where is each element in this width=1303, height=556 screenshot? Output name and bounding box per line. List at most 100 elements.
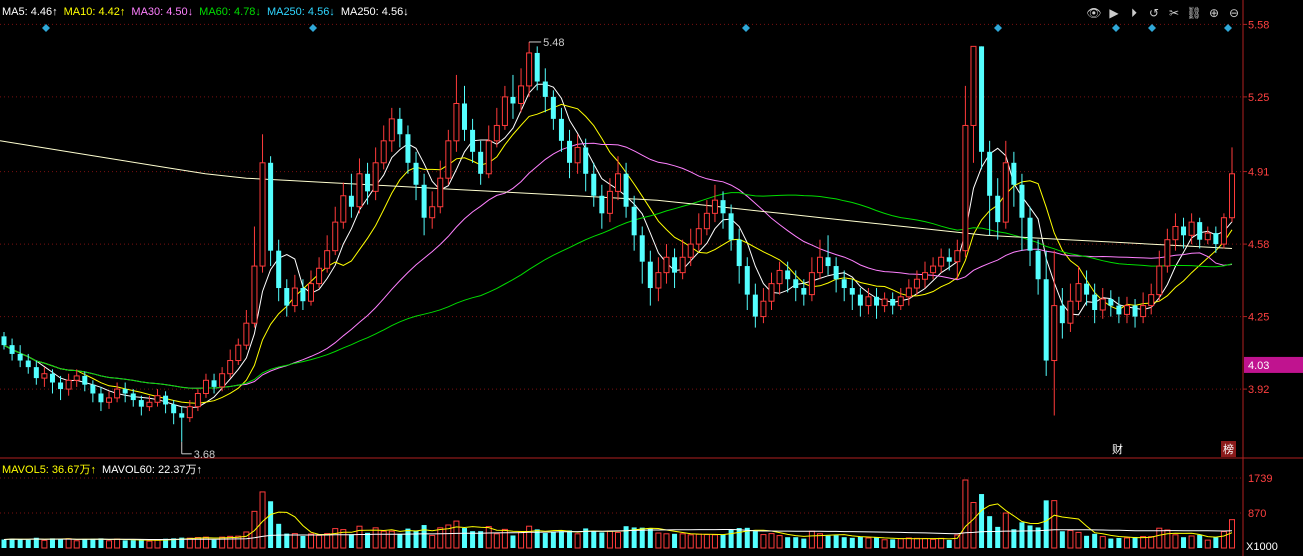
y-tick-label: 3.92 <box>1248 384 1269 396</box>
candle-body <box>235 344 242 362</box>
volume-tick-label: 1739 <box>1248 473 1272 485</box>
eye-icon[interactable]: 👁 <box>1086 5 1102 21</box>
event-diamond-icon[interactable] <box>309 24 317 32</box>
finance-badge[interactable]: 财 <box>1110 441 1125 457</box>
event-diamond-icon[interactable] <box>994 24 1002 32</box>
high-price-label: 5.48 <box>543 37 564 49</box>
candle-body <box>1156 265 1163 296</box>
candle-body <box>1092 294 1098 310</box>
candle-body <box>211 380 217 387</box>
volume-bar <box>478 531 484 548</box>
candle-body <box>372 162 379 192</box>
candle-body <box>340 195 347 223</box>
candle-body <box>380 140 387 164</box>
volume-bar <box>1075 531 1082 549</box>
volume-bar <box>1092 533 1098 548</box>
volume-bar <box>599 532 605 548</box>
candle-body <box>736 239 742 267</box>
volume-bar <box>1197 534 1203 548</box>
zoom-in-icon[interactable]: ⊕ <box>1206 5 1222 21</box>
volume-bar <box>655 532 662 549</box>
volume-bar <box>211 539 217 548</box>
event-diamond-icon[interactable] <box>1224 24 1232 32</box>
candle-body <box>332 221 339 252</box>
volume-bar <box>1204 539 1211 549</box>
volume-bar <box>874 537 880 548</box>
play-icon[interactable]: ▶ <box>1106 5 1122 21</box>
ma-line-ma250 <box>0 140 1233 249</box>
candle-body <box>179 413 185 418</box>
candle-body <box>816 256 823 274</box>
candle-body <box>776 269 783 285</box>
volume-tick-label: 870 <box>1248 508 1266 520</box>
candle-body <box>1035 250 1041 280</box>
play-circle-icon[interactable]: ⏵ <box>1126 5 1142 21</box>
volume-legend-item: MAVOL60: 22.37万↑ <box>101 464 203 476</box>
candle-body <box>1164 239 1171 267</box>
candle-body <box>268 162 274 251</box>
volume-bar <box>614 531 622 549</box>
volume-bar <box>324 533 331 549</box>
volume-bar <box>82 539 88 548</box>
volume-bar <box>1067 529 1074 549</box>
legend-item: MA250: 4.56↓ <box>340 6 409 18</box>
volume-bar <box>542 533 548 548</box>
candle-body <box>1019 184 1025 218</box>
volume-bar <box>776 535 783 549</box>
volume-bar <box>90 538 96 548</box>
price-axis: 5.58 5.25 4.91 4.58 4.25 3.92 4.03 1739 870 X1000 <box>1242 0 1303 556</box>
event-diamond-icon[interactable] <box>1148 24 1156 32</box>
candle-body <box>1220 217 1227 245</box>
volume-bar <box>687 534 694 549</box>
volume-bar <box>736 528 742 548</box>
candle-body <box>397 118 403 135</box>
candle-body <box>33 367 39 379</box>
volume-bar <box>574 533 581 549</box>
volume-bar <box>987 516 993 548</box>
volume-bar <box>9 538 15 548</box>
volume-bar <box>1123 537 1130 549</box>
zoom-out-icon[interactable]: ⊖ <box>1226 5 1242 21</box>
candle-body <box>276 250 282 289</box>
candle-body <box>558 118 564 141</box>
candle-body <box>687 243 694 258</box>
y-tick-label: 5.58 <box>1248 19 1269 31</box>
event-diamond-icon[interactable] <box>1112 24 1120 32</box>
link-icon[interactable]: ⛓ <box>1186 5 1202 21</box>
event-diamond-icon[interactable] <box>42 24 50 32</box>
rank-badge[interactable]: 榜 <box>1221 441 1236 457</box>
candle-body <box>744 266 750 295</box>
volume-bar <box>405 528 411 548</box>
candle-body <box>1043 279 1049 361</box>
candle-body <box>25 360 31 368</box>
volume-bar <box>1220 531 1227 549</box>
volume-bar <box>711 534 718 549</box>
candle-body <box>695 228 702 245</box>
scissors-icon[interactable]: ✂ <box>1166 5 1182 21</box>
volume-bar <box>17 539 23 548</box>
volume-bar <box>647 528 653 548</box>
candle-body <box>470 129 476 152</box>
candle-body <box>728 213 734 240</box>
volume-bar <box>970 502 977 549</box>
candle-body <box>453 102 460 142</box>
candle-body <box>946 257 952 262</box>
volume-bar <box>550 531 556 548</box>
candle-body <box>348 195 354 207</box>
candle-body <box>1116 305 1122 315</box>
volume-bar <box>1084 535 1090 548</box>
candle-body <box>1 336 7 346</box>
legend-item: MA30: 4.50↓ <box>131 6 194 18</box>
volume-bar <box>58 538 64 548</box>
volume-bar <box>1011 529 1017 548</box>
volume-bar <box>1148 536 1155 549</box>
candle-body <box>825 257 831 267</box>
candle-body <box>1099 298 1106 311</box>
volume-bar <box>567 530 573 548</box>
undo-icon[interactable]: ↺ <box>1146 5 1162 21</box>
volume-bar <box>825 535 831 548</box>
candle-body <box>793 279 799 289</box>
event-diamond-icon[interactable] <box>742 24 750 32</box>
candle-body <box>874 296 880 306</box>
candle-body <box>413 162 419 185</box>
